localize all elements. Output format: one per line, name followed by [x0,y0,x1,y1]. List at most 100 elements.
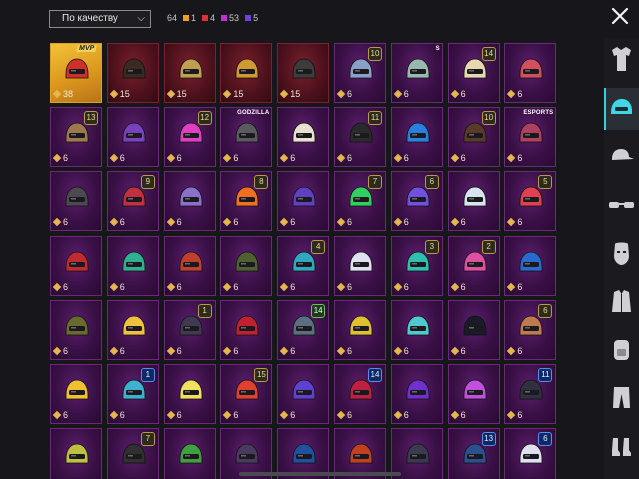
helmet-icon [65,122,89,143]
helmet-item-tile[interactable]: 66 [504,299,557,360]
helmet-item-tile[interactable]: 15 [220,43,273,103]
helmet-item-tile[interactable]: GODZILLA 6 [220,107,273,168]
helmet-item-tile[interactable]: 15 6 [220,364,273,424]
helmet-icon [179,251,202,271]
helmet-item-tile[interactable]: 66 [390,171,443,232]
sidebar-hat[interactable] [604,136,639,178]
helmet-item-tile[interactable]: 86 [220,171,273,232]
helmet-item-tile[interactable]: 56 [504,171,557,232]
close-icon[interactable] [609,5,631,27]
item-quantity: 6 [109,410,125,420]
helmet-item-tile[interactable]: 26 [447,235,500,296]
helmet-item-tile[interactable]: 13 [447,428,500,479]
helmet-item-tile[interactable]: 6 [277,171,330,232]
helmet-icon [179,379,202,400]
helmet-item-tile[interactable] [50,428,102,479]
sidebar-pants[interactable] [604,376,639,418]
helmet-item-tile[interactable]: 11 6 [504,364,557,424]
quantity-value: 6 [119,410,125,420]
helmet-item-tile[interactable]: 6 [447,364,500,424]
helmet-item-tile[interactable]: 14 6 [447,43,500,103]
helmet-item-tile[interactable]: 6 [220,235,273,296]
helmet-item-tile[interactable]: 12 6 [163,107,216,168]
item-quantity: 6 [507,153,523,164]
helmet-item-tile[interactable]: 11 6 [334,107,386,168]
level-badge: 6 [538,432,553,447]
helmet-item-tile[interactable]: 6 [163,364,216,424]
helmet-item-tile[interactable]: 6 [106,235,159,296]
helmet-item-tile[interactable]: 6 [447,299,500,360]
diamond-icon [393,346,403,356]
helmet-icon [65,251,89,271]
horizontal-scrollbar[interactable] [239,472,401,476]
helmet-item-tile[interactable]: 13 6 [50,107,102,168]
helmet-item-tile[interactable]: S6 [390,43,443,103]
diamond-icon [52,346,62,356]
helmet-icon [65,186,89,207]
sort-dropdown[interactable]: По качеству ⌵ [49,10,151,28]
helmet-item-tile[interactable]: 16 [163,299,216,360]
quantity-value: 6 [176,281,182,292]
sidebar-mask[interactable] [604,232,639,274]
sidebar-outfit[interactable] [604,40,639,82]
helmet-item-tile[interactable]: 6 [334,299,386,360]
helmet-item-tile[interactable]: MVP 38 [50,43,102,103]
helmet-item-tile[interactable]: 6 [504,43,557,103]
helmet-item-tile[interactable]: 10 6 [334,43,386,103]
helmet-item-tile[interactable]: 7 [106,428,159,479]
helmet-icon [406,315,430,336]
helmet-item-tile[interactable]: 6 [447,171,500,232]
helmet-icon [349,315,373,336]
helmet-item-tile[interactable]: 15 [106,43,159,103]
helmet-item-tile[interactable]: 6 [277,107,330,168]
helmet-item-tile[interactable]: 6 [50,364,102,424]
quantity-value: 6 [119,345,125,356]
helmet-item-tile[interactable]: 15 [277,43,330,103]
sidebar-helmet[interactable] [604,88,639,130]
quantity-value: 6 [403,410,409,420]
helmet-item-tile[interactable]: 6 [220,299,273,360]
sidebar-shoes[interactable] [604,424,639,466]
helmet-item-tile[interactable]: 10 6 [447,107,500,168]
helmet-item-tile[interactable]: 6 [163,235,216,296]
helmet-item-tile[interactable]: 36 [390,235,443,296]
quantity-value: 6 [517,217,523,228]
helmet-item-tile[interactable]: 6 [106,299,159,360]
helmet-icon [292,58,316,79]
helmet-item-tile[interactable]: 14 6 [277,299,330,360]
helmet-item-tile[interactable]: 6 [106,107,159,168]
helmet-item-tile[interactable]: ESPORTS 6 [504,107,557,168]
quantity-value: 6 [460,345,466,356]
item-quantity: 6 [336,217,352,227]
helmet-item-tile[interactable]: 6 [50,171,102,232]
helmet-item-tile[interactable]: 6 [277,364,330,424]
helmet-item-tile[interactable]: 14 6 [334,364,386,424]
helmet-item-tile[interactable]: 15 [163,43,216,103]
diamond-icon [450,218,459,227]
item-quantity: 6 [393,282,409,292]
helmet-item-tile[interactable]: 46 [277,235,330,296]
helmet-icon [235,58,259,79]
sidebar-backpack[interactable] [604,328,639,370]
item-quantity: 6 [336,89,352,99]
helmet-icon [179,122,202,143]
helmet-item-tile[interactable]: 6 [390,364,443,424]
helmet-item-tile[interactable]: 16 [106,364,159,424]
helmet-item-tile[interactable]: 6 [334,235,386,296]
helmet-item-tile[interactable]: 76 [334,171,386,232]
helmet-item-tile[interactable]: 6 [390,107,443,168]
sidebar-jacket[interactable] [604,280,639,322]
helmet-item-tile[interactable]: 6 [504,428,557,479]
helmet-item-tile[interactable] [163,428,216,479]
quantity-value: 6 [517,153,523,164]
helmet-item-tile[interactable]: 6 [50,299,102,360]
glasses-icon [609,201,634,208]
helmet-item-tile[interactable]: 6 [50,235,102,296]
helmet-icon [406,379,430,400]
helmet-icon [406,443,430,464]
helmet-item-tile[interactable]: 96 [106,171,159,232]
helmet-item-tile[interactable]: 6 [504,235,557,296]
helmet-item-tile[interactable]: 6 [163,171,216,232]
helmet-item-tile[interactable]: 6 [390,299,443,360]
sidebar-glasses[interactable] [604,184,639,226]
